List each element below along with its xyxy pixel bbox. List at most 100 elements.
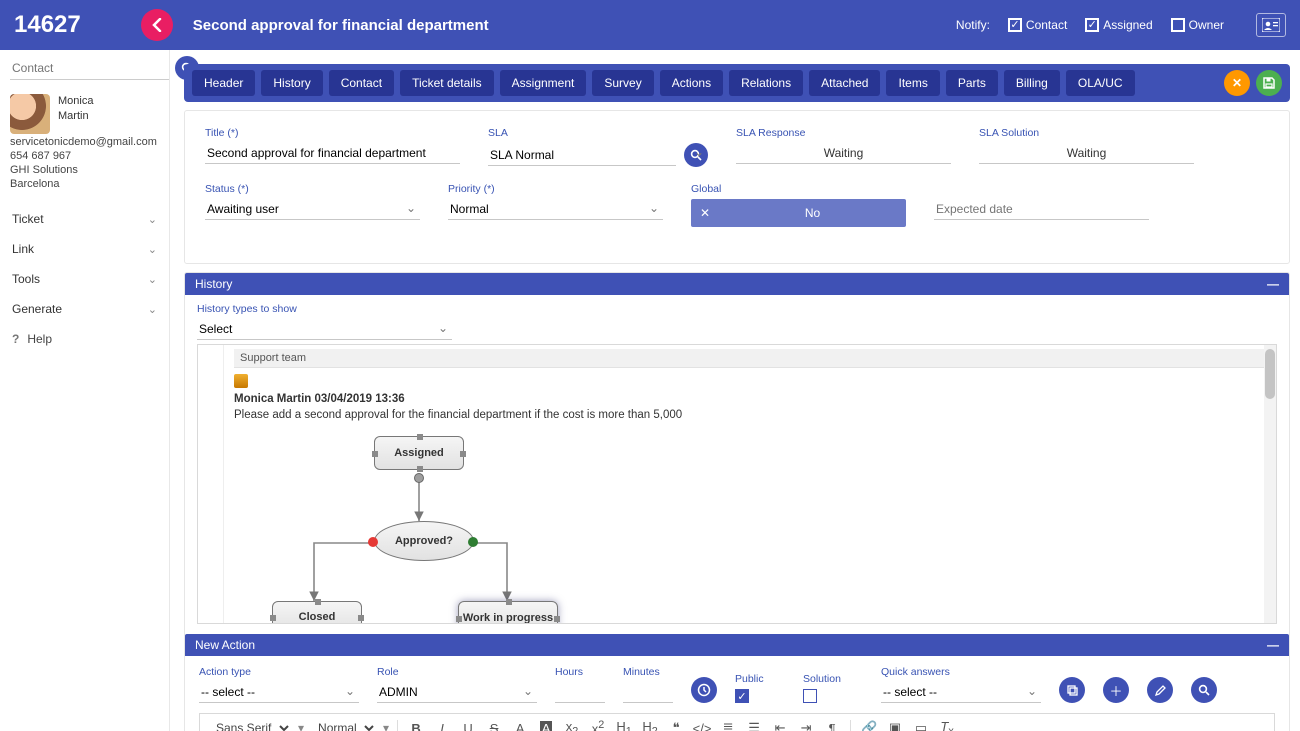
save-button[interactable]	[1256, 70, 1282, 96]
workflow-node-wip[interactable]: Work in progress	[458, 601, 558, 624]
timer-button[interactable]	[691, 677, 717, 703]
font-size-select[interactable]: Normal	[310, 718, 377, 731]
rtl-button[interactable]: ¶	[822, 718, 842, 731]
status-label: Status (*)	[205, 183, 420, 195]
sidebar-item-tools[interactable]: Tools⌄	[0, 264, 169, 294]
avatar	[10, 94, 50, 134]
rich-text-editor: Sans Serif ▾ Normal ▾ B I U S A A x2	[199, 713, 1275, 731]
status-select[interactable]	[205, 199, 420, 220]
quick-answers-select[interactable]	[881, 682, 1041, 703]
unordered-list-button[interactable]: ☰	[744, 718, 764, 731]
workflow-node-assigned[interactable]: Assigned	[374, 436, 464, 470]
history-types-select[interactable]	[197, 319, 452, 340]
bold-button[interactable]: B	[406, 718, 426, 731]
role-select[interactable]	[377, 682, 537, 703]
subscript-button[interactable]: x2	[562, 718, 582, 731]
quote-button[interactable]: ❝	[666, 718, 686, 731]
clear-format-button[interactable]: Tx	[937, 718, 957, 731]
tab-billing[interactable]: Billing	[1004, 70, 1060, 96]
hours-label: Hours	[555, 666, 605, 678]
italic-button[interactable]: I	[432, 718, 452, 731]
heading-icon: H2	[642, 719, 657, 731]
image-button[interactable]: ▣	[885, 718, 905, 731]
sidebar-item-ticket[interactable]: Ticket⌄	[0, 204, 169, 234]
notify-assigned-toggle[interactable]: Assigned	[1085, 18, 1152, 33]
history-scroll[interactable]: Support team Monica Martin 03/04/2019 13…	[197, 344, 1277, 624]
outdent-button[interactable]: ⇤	[770, 718, 790, 731]
tab-attached[interactable]: Attached	[809, 70, 880, 96]
action-type-select[interactable]	[199, 682, 359, 703]
link-button[interactable]: 🔗	[859, 718, 879, 731]
sidebar-item-link[interactable]: Link⌄	[0, 234, 169, 264]
tab-items[interactable]: Items	[886, 70, 939, 96]
contact-search-input[interactable]	[10, 57, 169, 80]
notify-contact-toggle[interactable]: Contact	[1008, 18, 1067, 33]
add-button[interactable]: ＋	[1103, 677, 1129, 703]
strike-icon: S	[490, 721, 499, 731]
font-color-icon: A	[516, 721, 525, 731]
tab-contact[interactable]: Contact	[329, 70, 394, 96]
priority-select[interactable]	[448, 199, 663, 220]
back-button[interactable]	[141, 9, 173, 41]
hours-input[interactable]	[555, 682, 605, 703]
tab-header[interactable]: Header	[192, 70, 255, 96]
global-toggle[interactable]: ✕ No	[691, 199, 906, 227]
superscript-button[interactable]: x2	[588, 718, 608, 731]
tab-relations[interactable]: Relations	[729, 70, 803, 96]
tab-history[interactable]: History	[261, 70, 322, 96]
font-family-select[interactable]: Sans Serif	[208, 718, 292, 731]
contact-card: Monica Martin servicetonicdemo@gmail.com…	[0, 86, 169, 200]
tab-survey[interactable]: Survey	[592, 70, 653, 96]
help-icon: ?	[12, 332, 19, 346]
strike-button[interactable]: S	[484, 718, 504, 731]
contact-card-button[interactable]	[1256, 13, 1286, 37]
sidebar-item-help[interactable]: ?Help	[0, 324, 169, 354]
heading1-button[interactable]: H1	[614, 718, 634, 731]
expected-date-input[interactable]	[934, 199, 1149, 220]
clear-format-icon: Tx	[940, 719, 953, 731]
workflow-diagram: Assigned Approved? Closed	[244, 431, 784, 624]
notify-owner-toggle[interactable]: Owner	[1171, 18, 1224, 33]
header-form: Title (*) SLA SLA Response Waiting	[184, 110, 1290, 264]
sla-select[interactable]	[488, 145, 676, 166]
tab-rail: Header History Contact Ticket details As…	[184, 64, 1290, 102]
history-types-label: History types to show	[197, 303, 452, 315]
tab-parts[interactable]: Parts	[946, 70, 998, 96]
copy-button[interactable]	[1059, 677, 1085, 703]
public-checkbox[interactable]	[735, 689, 749, 703]
cancel-button[interactable]: ✕	[1224, 70, 1250, 96]
sla-search-button[interactable]	[684, 143, 708, 167]
highlight-button[interactable]: A	[536, 718, 556, 731]
decision-no-icon	[368, 537, 378, 547]
workflow-node-closed[interactable]: Closed	[272, 601, 362, 624]
tab-ticket-details[interactable]: Ticket details	[400, 70, 494, 96]
save-icon	[1262, 76, 1276, 90]
heading2-button[interactable]: H2	[640, 718, 660, 731]
public-label: Public	[735, 673, 764, 685]
collapse-button[interactable]: —	[1267, 638, 1279, 652]
font-color-button[interactable]: A	[510, 718, 530, 731]
notify-controls: Notify: Contact Assigned Owner	[956, 13, 1286, 37]
workflow-node-decision[interactable]: Approved?	[374, 521, 474, 561]
chevron-down-icon: ⌄	[148, 273, 157, 286]
ordered-list-button[interactable]: ≣	[718, 718, 738, 731]
minutes-input[interactable]	[623, 682, 673, 703]
code-button[interactable]: </>	[692, 718, 712, 731]
dropdown-icon: ▾	[298, 721, 304, 731]
indent-button[interactable]: ⇥	[796, 718, 816, 731]
collapse-button[interactable]: —	[1267, 277, 1279, 291]
underline-button[interactable]: U	[458, 718, 478, 731]
search-action-button[interactable]	[1191, 677, 1217, 703]
tab-actions[interactable]: Actions	[660, 70, 723, 96]
dropdown-icon: ▾	[383, 721, 389, 731]
edit-button[interactable]	[1147, 677, 1173, 703]
video-button[interactable]: ▭	[911, 718, 931, 731]
search-icon	[690, 149, 702, 161]
tab-ola-uc[interactable]: OLA/UC	[1066, 70, 1135, 96]
tab-assignment[interactable]: Assignment	[500, 70, 587, 96]
title-input[interactable]	[205, 143, 460, 164]
solution-checkbox[interactable]	[803, 689, 817, 703]
scrollbar[interactable]	[1264, 345, 1276, 623]
image-icon: ▣	[889, 720, 901, 731]
sidebar-item-generate[interactable]: Generate⌄	[0, 294, 169, 324]
